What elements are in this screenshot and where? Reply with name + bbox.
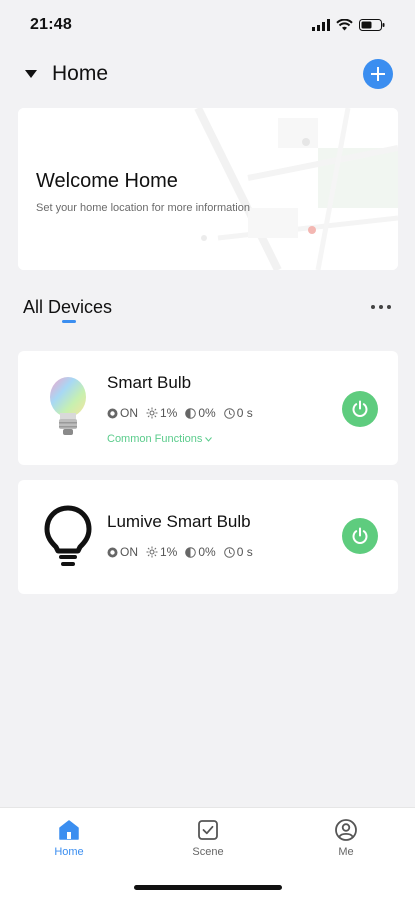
power-icon xyxy=(352,527,368,544)
sun-icon xyxy=(146,546,158,558)
contrast-icon xyxy=(185,407,197,419)
home-icon xyxy=(59,820,79,840)
devices-section-header: All Devices xyxy=(0,292,415,322)
clock-icon xyxy=(223,407,235,419)
power-toggle-button[interactable] xyxy=(342,518,378,554)
common-functions-link[interactable]: Common Functions xyxy=(107,433,213,445)
timer-stat: 0 s xyxy=(223,406,253,420)
power-toggle-button[interactable] xyxy=(342,391,378,427)
tab-label: Home xyxy=(54,846,84,858)
status-time: 21:48 xyxy=(30,16,72,33)
device-name: Lumive Smart Bulb xyxy=(107,512,251,531)
home-indicator[interactable] xyxy=(134,885,282,890)
tab-home[interactable]: Home xyxy=(29,818,109,858)
power-state: ON xyxy=(107,545,138,559)
welcome-title: Welcome Home xyxy=(36,170,178,192)
device-name: Smart Bulb xyxy=(107,373,192,392)
profile-icon xyxy=(335,819,357,841)
dot-icon xyxy=(379,305,383,309)
device-status: ON 1% 0% 0 s xyxy=(107,545,253,559)
home-title: Home xyxy=(52,62,109,85)
more-options-button[interactable] xyxy=(371,305,391,309)
power-icon xyxy=(352,400,368,417)
home-selector[interactable]: Home xyxy=(24,62,108,86)
color-temp-stat: 0% xyxy=(185,406,216,420)
color-temp-stat: 0% xyxy=(185,545,216,559)
clock-icon xyxy=(223,546,235,558)
wifi-icon xyxy=(336,19,353,31)
cellular-signal-icon xyxy=(312,19,330,31)
battery-icon xyxy=(359,19,385,31)
dot-icon xyxy=(371,305,375,309)
dot-icon xyxy=(387,305,391,309)
sun-icon xyxy=(146,407,158,419)
status-bar: 21:48 xyxy=(0,0,415,50)
smart-bulb-image xyxy=(50,377,86,435)
device-card-lumive-smart-bulb[interactable]: Lumive Smart Bulb ON 1% 0% 0 s xyxy=(18,480,398,594)
timer-stat: 0 s xyxy=(223,545,253,559)
brightness-stat: 1% xyxy=(146,545,177,559)
plus-icon xyxy=(371,67,385,81)
tab-label: Me xyxy=(338,846,354,858)
power-state-icon xyxy=(107,547,118,557)
tab-scene[interactable]: Scene xyxy=(168,818,248,858)
chevron-down-icon xyxy=(205,436,213,442)
header: Home xyxy=(0,56,415,92)
add-device-button[interactable] xyxy=(363,59,393,89)
tab-label: Scene xyxy=(192,846,224,858)
lightbulb-outline-icon xyxy=(44,505,92,566)
power-state-icon xyxy=(107,408,118,418)
tab-me[interactable]: Me xyxy=(306,818,386,858)
welcome-card[interactable]: Welcome Home Set your home location for … xyxy=(18,108,398,270)
power-state: ON xyxy=(107,406,138,420)
contrast-icon xyxy=(185,546,197,558)
device-card-smart-bulb[interactable]: Smart Bulb ON 1% 0% 0 s Common Functions xyxy=(18,351,398,465)
brightness-stat: 1% xyxy=(146,406,177,420)
status-icons xyxy=(312,19,385,31)
active-tab-indicator xyxy=(62,320,76,323)
tab-all-devices[interactable]: All Devices xyxy=(23,297,112,318)
scene-icon xyxy=(198,820,218,840)
caret-down-icon xyxy=(25,70,37,78)
welcome-subtitle: Set your home location for more informat… xyxy=(36,202,250,214)
device-status: ON 1% 0% 0 s xyxy=(107,406,253,420)
